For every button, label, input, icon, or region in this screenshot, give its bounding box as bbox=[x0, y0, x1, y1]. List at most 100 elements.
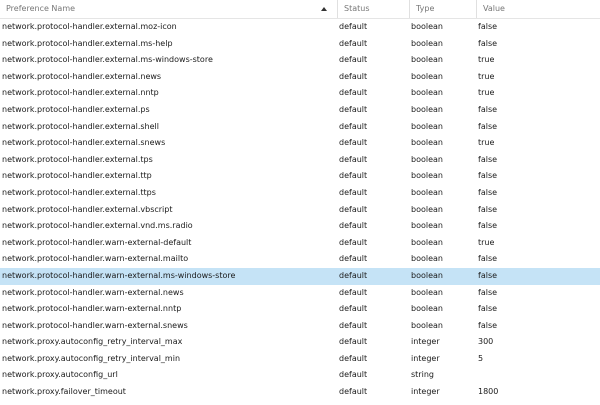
cell-type: boolean bbox=[411, 154, 443, 164]
table-row[interactable]: network.proxy.autoconfig_retry_interval_… bbox=[0, 334, 600, 351]
cell-type: boolean bbox=[411, 204, 443, 214]
cell-name: network.protocol-handler.external.ps bbox=[2, 104, 150, 114]
cell-value: false bbox=[478, 320, 498, 330]
cell-type: boolean bbox=[411, 320, 443, 330]
cell-type: boolean bbox=[411, 104, 443, 114]
cell-name: network.protocol-handler.external.moz-ic… bbox=[2, 22, 177, 31]
table-row[interactable]: network.protocol-handler.warn-external.n… bbox=[0, 285, 600, 302]
cell-status: default bbox=[339, 154, 368, 164]
column-header-label: Preference Name bbox=[6, 4, 76, 13]
cell-name: network.protocol-handler.warn-external-d… bbox=[2, 237, 192, 247]
cell-status: default bbox=[339, 104, 368, 114]
cell-type: boolean bbox=[411, 221, 443, 231]
table-row[interactable]: network.protocol-handler.external.nntp de… bbox=[0, 85, 600, 102]
cell-value: true bbox=[478, 237, 495, 247]
cell-status: default bbox=[339, 138, 368, 148]
column-header-value[interactable]: Value bbox=[477, 0, 600, 18]
cell-type: boolean bbox=[411, 121, 443, 131]
cell-status: default bbox=[339, 287, 368, 297]
table-row[interactable]: network.proxy.autoconfig_retry_interval_… bbox=[0, 351, 600, 368]
cell-value: true bbox=[478, 55, 495, 65]
table-row[interactable]: network.protocol-handler.external.moz-ic… bbox=[0, 19, 600, 36]
table-row[interactable]: network.protocol-handler.external.ms-hel… bbox=[0, 36, 600, 53]
cell-status: default bbox=[339, 237, 368, 247]
column-header-label: Status bbox=[344, 4, 370, 13]
cell-value: false bbox=[478, 204, 498, 214]
table-row[interactable]: network.proxy.autoconfig_url default strin… bbox=[0, 367, 600, 384]
cell-name: network.proxy.autoconfig_url bbox=[2, 370, 118, 380]
cell-status: default bbox=[339, 171, 368, 181]
cell-value: false bbox=[478, 154, 498, 164]
cell-name: network.protocol-handler.external.snews bbox=[2, 138, 166, 148]
cell-name: network.protocol-handler.external.ms-hel… bbox=[2, 38, 173, 48]
cell-type: boolean bbox=[411, 88, 443, 98]
cell-value: false bbox=[478, 171, 498, 181]
cell-status: default bbox=[339, 254, 368, 264]
cell-value: false bbox=[478, 254, 498, 264]
table-row[interactable]: network.protocol-handler.external.vnd.ms… bbox=[0, 218, 600, 235]
cell-status: default bbox=[339, 71, 368, 81]
column-header-preference-name[interactable]: Preference Name bbox=[0, 0, 338, 18]
cell-name: network.proxy.autoconfig_retry_interval_… bbox=[2, 353, 181, 363]
cell-name: network.protocol-handler.external.ms-win… bbox=[2, 55, 213, 65]
cell-type: integer bbox=[411, 387, 440, 397]
table-row[interactable]: network.protocol-handler.external.ttp def… bbox=[0, 168, 600, 185]
cell-type: boolean bbox=[411, 304, 443, 314]
table-row[interactable]: network.protocol-handler.warn-external.n… bbox=[0, 301, 600, 318]
table-row[interactable]: network.protocol-handler.external.ps defa… bbox=[0, 102, 600, 119]
cell-type: integer bbox=[411, 353, 440, 363]
table-row[interactable]: network.protocol-handler.external.vbscri… bbox=[0, 202, 600, 219]
cell-value: false bbox=[478, 104, 498, 114]
cell-type: boolean bbox=[411, 254, 443, 264]
column-header-status[interactable]: Status bbox=[338, 0, 410, 18]
cell-value: false bbox=[478, 270, 498, 280]
cell-type: boolean bbox=[411, 187, 443, 197]
cell-name: network.proxy.autoconfig_retry_interval_… bbox=[2, 337, 183, 347]
table-row[interactable]: network.protocol-handler.warn-external.m… bbox=[0, 251, 600, 268]
cell-type: boolean bbox=[411, 71, 443, 81]
cell-type: boolean bbox=[411, 22, 443, 31]
table-row[interactable]: network.protocol-handler.warn-external.m… bbox=[0, 267, 600, 285]
cell-name: network.protocol-handler.warn-external.s… bbox=[2, 320, 188, 330]
table-row[interactable]: network.protocol-handler.external.news de… bbox=[0, 69, 600, 86]
cell-status: default bbox=[339, 337, 368, 347]
table-row[interactable]: network.protocol-handler.external.ttps de… bbox=[0, 185, 600, 202]
cell-status: default bbox=[339, 22, 368, 31]
table-header: Preference Name Status Type Value bbox=[0, 0, 600, 19]
cell-name: network.protocol-handler.external.shell bbox=[2, 121, 159, 131]
cell-value: false bbox=[478, 121, 498, 131]
cell-name: network.protocol-handler.external.ttp bbox=[2, 171, 152, 181]
cell-status: default bbox=[339, 353, 368, 363]
cell-name: network.protocol-handler.warn-external.m… bbox=[2, 270, 236, 280]
cell-type: boolean bbox=[411, 138, 443, 148]
cell-status: default bbox=[339, 304, 368, 314]
cell-name: network.protocol-handler.external.nntp bbox=[2, 88, 159, 98]
cell-status: default bbox=[339, 187, 368, 197]
table-row[interactable]: network.proxy.failover_timeout default int… bbox=[0, 384, 600, 401]
table-row[interactable]: network.protocol-handler.external.tps def… bbox=[0, 152, 600, 169]
table-row[interactable]: network.protocol-handler.external.snews d… bbox=[0, 135, 600, 152]
sort-ascending-icon[interactable] bbox=[321, 7, 327, 11]
cell-status: default bbox=[339, 88, 368, 98]
cell-value: false bbox=[478, 38, 498, 48]
cell-status: default bbox=[339, 121, 368, 131]
cell-name: network.protocol-handler.warn-external.n… bbox=[2, 287, 184, 297]
cell-type: integer bbox=[411, 337, 440, 347]
table-row[interactable]: network.protocol-handler.warn-external-d… bbox=[0, 235, 600, 252]
cell-name: network.protocol-handler.external.vbscri… bbox=[2, 204, 173, 214]
cell-type: boolean bbox=[411, 55, 443, 65]
cell-value: false bbox=[478, 22, 498, 31]
cell-value: false bbox=[478, 221, 498, 231]
cell-type: string bbox=[411, 370, 434, 380]
table-row[interactable]: network.protocol-handler.external.ms-win… bbox=[0, 52, 600, 69]
cell-status: default bbox=[339, 204, 368, 214]
table-row[interactable]: network.protocol-handler.warn-external.s… bbox=[0, 318, 600, 335]
cell-name: network.protocol-handler.external.ttps bbox=[2, 187, 156, 197]
cell-type: boolean bbox=[411, 287, 443, 297]
column-header-type[interactable]: Type bbox=[410, 0, 477, 18]
table-body: network.protocol-handler.external.moz-ic… bbox=[0, 19, 600, 405]
cell-status: default bbox=[339, 370, 368, 380]
cell-name: network.protocol-handler.external.news bbox=[2, 71, 162, 81]
cell-value: true bbox=[478, 88, 495, 98]
table-row[interactable]: network.protocol-handler.external.shell d… bbox=[0, 119, 600, 136]
